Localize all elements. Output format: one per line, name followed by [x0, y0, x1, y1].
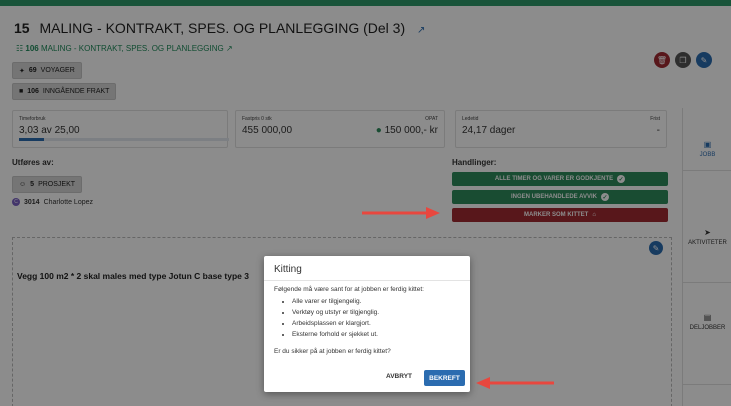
annotation-arrow: [362, 207, 440, 219]
kitting-dialog: Kitting Følgende må være sant for at job…: [264, 256, 470, 392]
dialog-title: Kitting: [274, 264, 302, 275]
dialog-question: Er du sikker på at jobben er ferdig kitt…: [274, 348, 391, 355]
dialog-intro: Følgende må være sant for at jobben er f…: [274, 286, 424, 293]
confirm-button[interactable]: BEKREFT: [424, 370, 465, 386]
list-item: Verktøy og utstyr er tilgjenglig.: [292, 307, 379, 318]
list-item: Eksterne forhold er sjekket ut.: [292, 329, 379, 340]
cancel-button[interactable]: AVBRYT: [386, 373, 412, 380]
list-item: Arbeidsplassen er klargjort.: [292, 318, 379, 329]
checklist: Alle varer er tilgjengelig. Verktøy og u…: [292, 296, 379, 340]
annotation-arrow: [476, 377, 554, 389]
list-item: Alle varer er tilgjengelig.: [292, 296, 379, 307]
